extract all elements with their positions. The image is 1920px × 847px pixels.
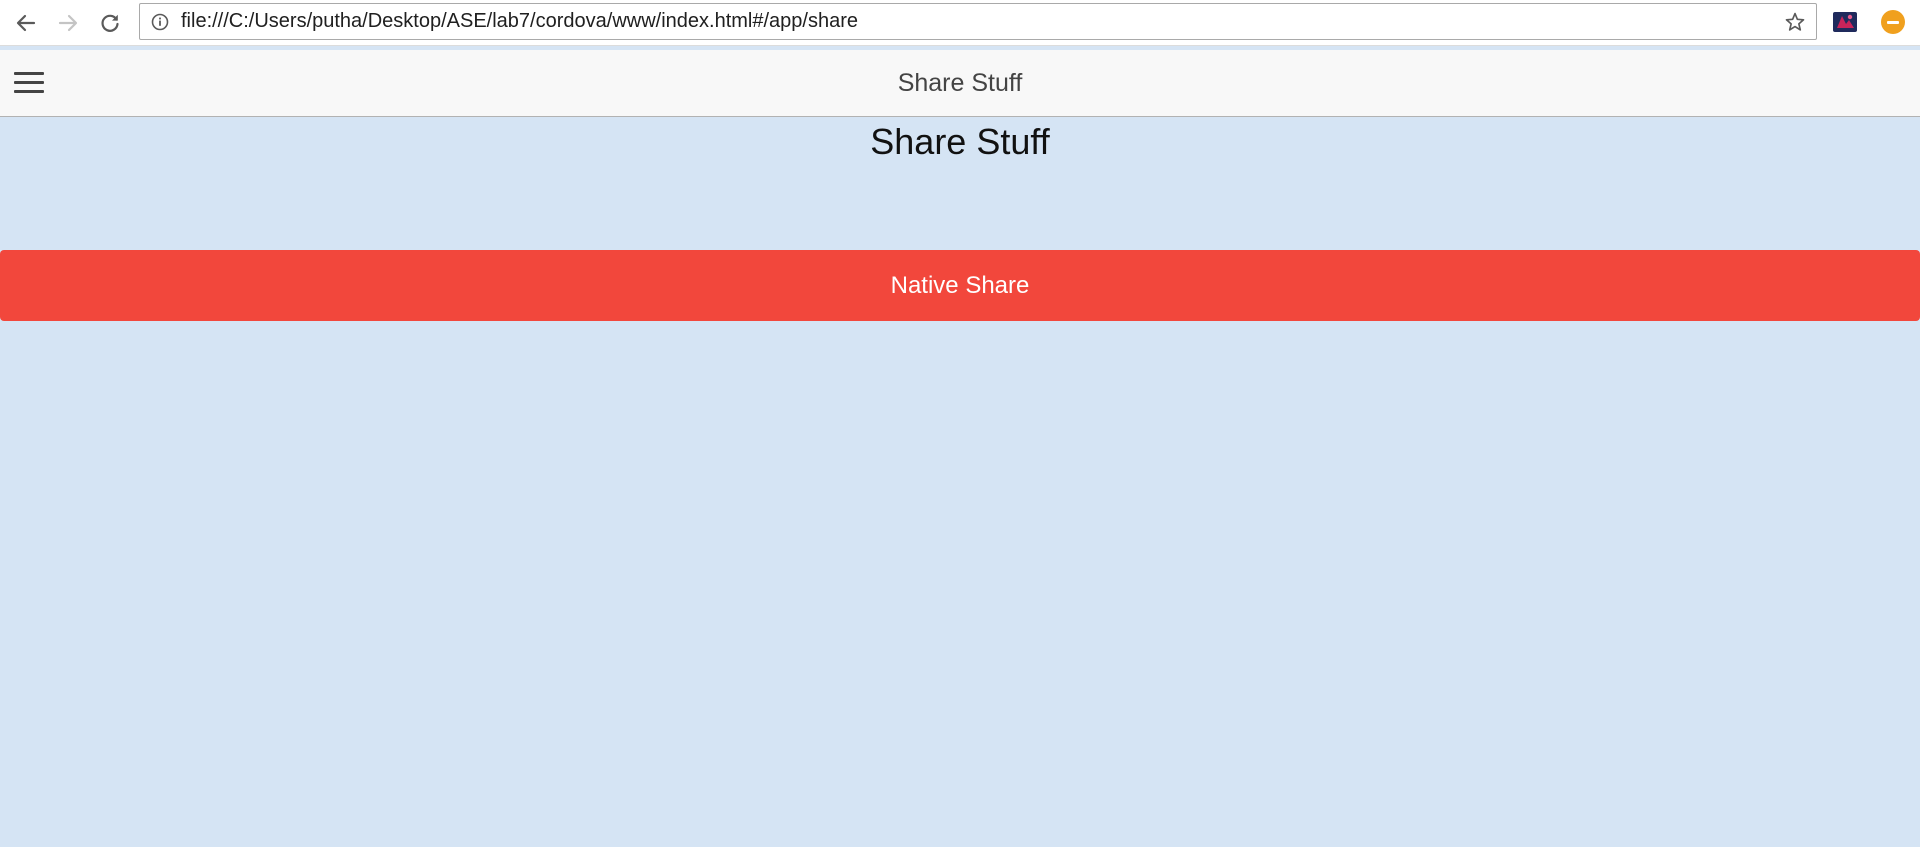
url-text[interactable]: file:///C:/Users/putha/Desktop/ASE/lab7/… bbox=[181, 4, 858, 39]
main-content: Share Stuff Native Share bbox=[0, 117, 1920, 847]
minus-badge-icon[interactable] bbox=[1881, 10, 1905, 34]
reload-button[interactable] bbox=[93, 6, 127, 40]
extension-icon[interactable] bbox=[1832, 9, 1858, 35]
page-heading: Share Stuff bbox=[870, 121, 1050, 162]
header-title: Share Stuff bbox=[897, 69, 1023, 97]
browser-toolbar: file:///C:/Users/putha/Desktop/ASE/lab7/… bbox=[0, 0, 1920, 46]
app-header: Share Stuff bbox=[0, 50, 1920, 117]
forward-button[interactable] bbox=[51, 6, 85, 40]
back-button[interactable] bbox=[9, 6, 43, 40]
browser-window: file:///C:/Users/putha/Desktop/ASE/lab7/… bbox=[0, 0, 1920, 847]
arrow-right-icon bbox=[58, 14, 78, 32]
star-icon[interactable] bbox=[1784, 11, 1806, 33]
reload-icon bbox=[101, 14, 119, 32]
address-bar[interactable]: file:///C:/Users/putha/Desktop/ASE/lab7/… bbox=[139, 3, 1817, 40]
native-share-button[interactable]: Native Share bbox=[0, 250, 1920, 321]
info-icon[interactable] bbox=[151, 13, 169, 31]
hamburger-icon[interactable] bbox=[14, 70, 44, 96]
arrow-left-icon bbox=[16, 14, 36, 32]
